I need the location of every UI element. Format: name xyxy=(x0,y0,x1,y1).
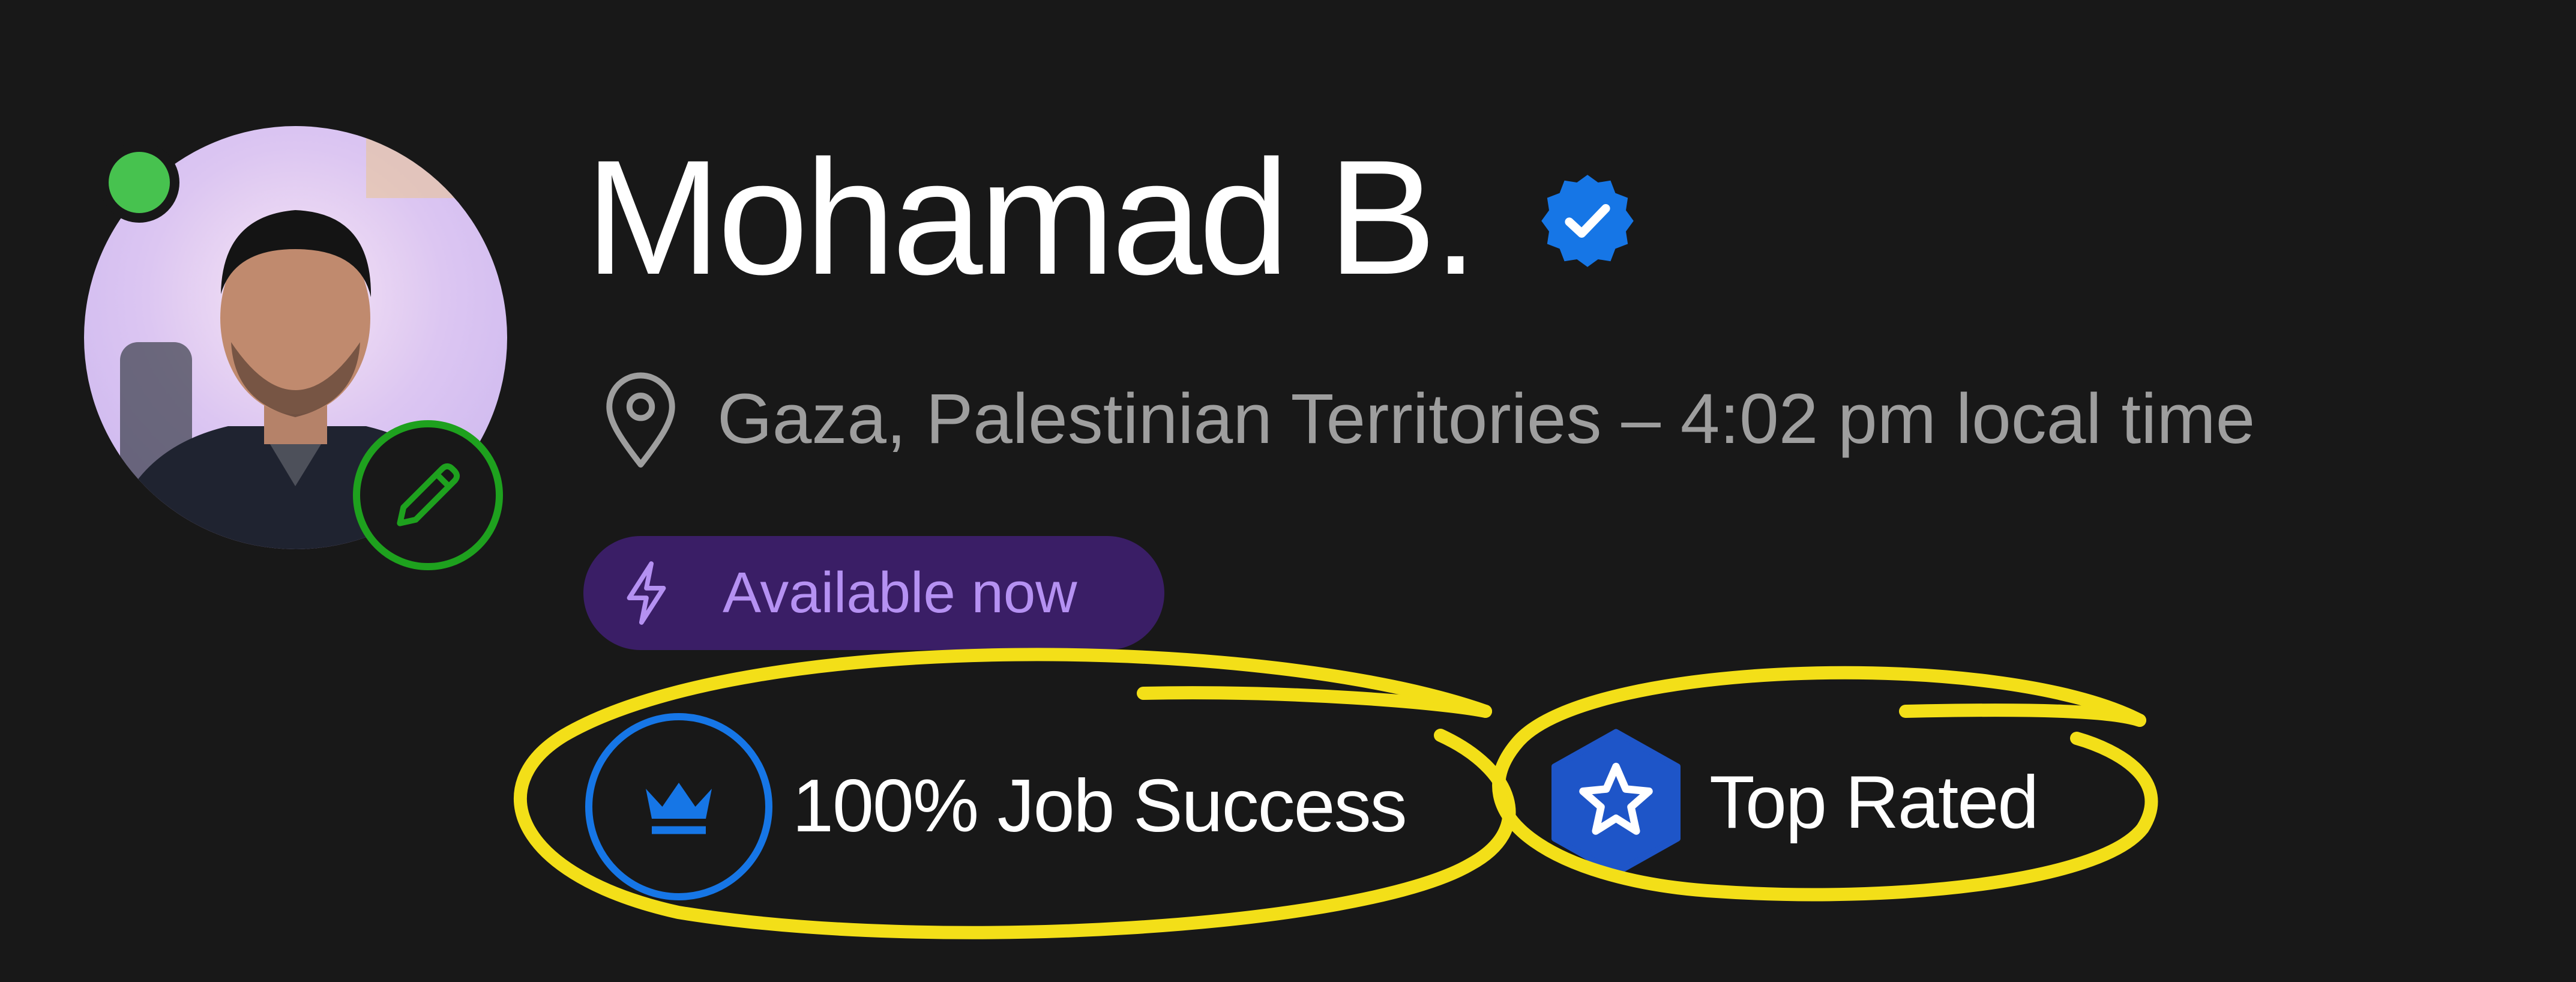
job-success-label: 100% Job Success xyxy=(792,765,1407,848)
top-rated-label: Top Rated xyxy=(1709,761,2039,844)
crown-icon xyxy=(646,783,712,834)
job-success-badge-icon xyxy=(585,713,772,900)
edit-photo-button[interactable] xyxy=(353,420,503,570)
pencil-icon xyxy=(397,463,460,526)
annotation-stroke xyxy=(1899,703,2146,727)
profile-name: Mohamad B. xyxy=(585,126,1478,309)
lightning-bolt-icon xyxy=(627,561,666,625)
online-status-dot xyxy=(99,142,179,223)
annotation-stroke xyxy=(1137,686,1492,718)
star-hexagon-icon xyxy=(1551,729,1681,876)
availability-label: Available now xyxy=(723,561,1077,625)
map-pin-icon xyxy=(606,372,675,468)
verified-badge-icon xyxy=(1541,175,1634,267)
location-text: Gaza, Palestinian Territories – 4:02 pm … xyxy=(717,379,2256,459)
availability-badge[interactable]: Available now xyxy=(583,536,1164,650)
